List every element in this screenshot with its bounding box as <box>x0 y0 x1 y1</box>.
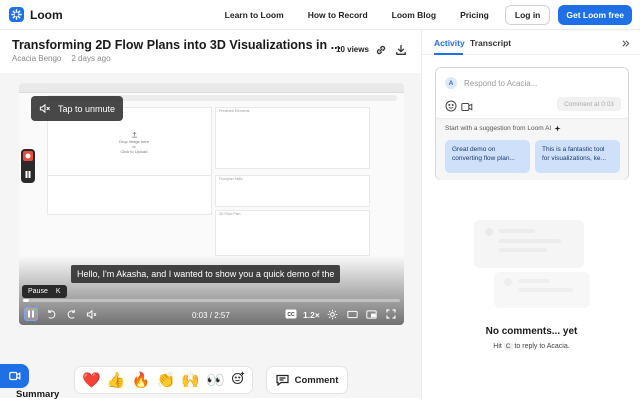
comment-composer: A Respond to Acacia... Comment at 0:03 S… <box>435 67 629 180</box>
comment-bubble-icon <box>275 374 289 386</box>
drop-zone: Drop image here or Click to Upload <box>104 131 164 154</box>
reaction-eyes[interactable]: 👀 <box>206 372 225 388</box>
predicted-panel <box>215 107 370 169</box>
video-age: 2 days ago <box>71 54 111 63</box>
rewind-5-icon[interactable] <box>44 307 58 321</box>
download-icon[interactable] <box>395 43 407 55</box>
reaction-clap[interactable]: 👏 <box>157 372 176 388</box>
pause-tooltip-key: K <box>55 288 61 295</box>
reaction-raised-hands[interactable]: 🙌 <box>181 372 200 388</box>
reaction-bar: ❤️ 👍 🔥 👏 🙌 👀 <box>74 366 253 394</box>
reply-hint: Hit C to reply to Acacia. <box>422 343 640 350</box>
collapse-panel-icon[interactable] <box>621 39 630 50</box>
theater-mode-icon[interactable] <box>345 307 359 321</box>
captions-icon[interactable]: CC <box>284 307 298 321</box>
emoji-panel <box>47 175 212 215</box>
comment-button-label: Comment <box>294 374 339 386</box>
progress-bar[interactable] <box>23 299 400 302</box>
svg-text:CC: CC <box>287 312 295 318</box>
comment-button[interactable]: Comment <box>266 366 348 394</box>
main-content: Transforming 2D Flow Plans into 3D Visua… <box>0 30 421 400</box>
sparkle-icon <box>554 125 561 132</box>
pause-icon[interactable] <box>24 307 38 321</box>
reply-input[interactable]: Respond to Acacia... <box>464 79 537 88</box>
video-camera-icon <box>8 371 20 381</box>
comment-at-button[interactable]: Comment at 0:03 <box>557 97 621 111</box>
caption-text: Hello, I'm Akasha, and I wanted to show … <box>71 265 341 283</box>
unmute-label: Tap to unmute <box>58 103 116 114</box>
summary-heading: Summary <box>16 389 60 400</box>
author-name[interactable]: Acacia Bengo <box>12 54 61 63</box>
nav-pricing[interactable]: Pricing <box>460 10 489 20</box>
get-loom-free-label: Loom free <box>582 9 624 20</box>
reaction-heart[interactable]: ❤️ <box>82 372 101 388</box>
drop-upload: Click to Upload <box>120 149 148 154</box>
nav-how-to-record[interactable]: How to Record <box>308 10 368 20</box>
add-reaction-icon[interactable] <box>231 371 245 390</box>
copy-link-icon[interactable] <box>375 43 387 55</box>
empty-comments-illustration <box>474 220 590 308</box>
record-fab[interactable] <box>0 364 29 388</box>
reaction-fire[interactable]: 🔥 <box>132 372 151 388</box>
recorder-widget <box>21 149 35 183</box>
video-meta: Acacia Bengo 2 days ago <box>12 54 111 63</box>
brand-name: Loom <box>30 7 63 22</box>
hint-key: C <box>503 343 513 350</box>
tab-transcript[interactable]: Transcript <box>470 38 511 48</box>
reaction-thumbs-up[interactable]: 👍 <box>107 372 126 388</box>
tab-activity[interactable]: Activity <box>434 38 465 48</box>
suggestion-title: Start with a suggestion from Loom AI <box>445 125 561 132</box>
emoji-picker-icon[interactable] <box>445 99 457 112</box>
floorplan-panel <box>215 210 370 256</box>
hint-prefix: Hit <box>493 343 502 350</box>
pause-tooltip-label: Pause <box>28 288 48 295</box>
avatar: A <box>445 77 457 89</box>
loom-logo-icon <box>9 7 24 22</box>
muted-speaker-icon <box>39 103 50 114</box>
ai-suggestions: Start with a suggestion from Loom AI Gre… <box>436 118 628 180</box>
skills-label: Floorplan Skills <box>219 177 243 181</box>
player-controls: 0:03 / 2:57 CC 1.2× <box>19 305 404 325</box>
top-nav: Loom Learn to Loom How to Record Loom Bl… <box>0 0 640 30</box>
floorplan-label: 3D Floor Plan <box>219 212 241 216</box>
nav-learn-to-loom[interactable]: Learn to Loom <box>225 10 284 20</box>
video-title: Transforming 2D Flow Plans into 3D Visua… <box>12 38 341 52</box>
suggestion-chip-2[interactable]: This is a fantastic tool for visualizati… <box>535 140 620 173</box>
playback-speed[interactable]: 1.2× <box>303 310 320 320</box>
picture-in-picture-icon[interactable] <box>364 307 378 321</box>
record-reply-icon[interactable] <box>461 99 473 111</box>
time-display: 0:03 / 2:57 <box>192 311 230 320</box>
forward-5-icon[interactable] <box>64 307 78 321</box>
settings-gear-icon[interactable] <box>325 307 339 321</box>
login-button[interactable]: Log in <box>504 4 551 25</box>
pause-tooltip: Pause K <box>22 285 67 298</box>
video-player[interactable]: Drop image here or Click to Upload Predi… <box>19 83 404 325</box>
recorded-browser-bar <box>19 83 404 93</box>
side-tabs: Activity Transcript <box>422 30 640 55</box>
loom-logo[interactable]: Loom <box>9 7 63 22</box>
nav-loom-blog[interactable]: Loom Blog <box>392 10 436 20</box>
predicted-label: Predicted Elements <box>219 109 250 113</box>
fullscreen-icon[interactable] <box>384 307 398 321</box>
side-panel: Activity Transcript A Respond to Acacia.… <box>421 30 640 400</box>
tab-activity-underline <box>434 53 463 55</box>
volume-icon[interactable] <box>84 307 98 321</box>
player-area: Drop image here or Click to Upload Predi… <box>0 73 421 398</box>
get-loom-free-button[interactable]: Get Loom free <box>558 4 632 25</box>
hint-suffix: to reply to Acacia. <box>514 343 570 350</box>
progress-fill <box>23 299 30 302</box>
upload-icon <box>131 131 137 138</box>
unmute-button[interactable]: Tap to unmute <box>31 96 124 121</box>
empty-comments-title: No comments... yet <box>485 326 578 337</box>
view-count[interactable]: 10 views <box>336 45 369 54</box>
suggestion-title-text: Start with a suggestion from Loom AI <box>445 125 552 132</box>
suggestion-chip-1[interactable]: Great demo on converting flow plan... <box>445 140 530 173</box>
